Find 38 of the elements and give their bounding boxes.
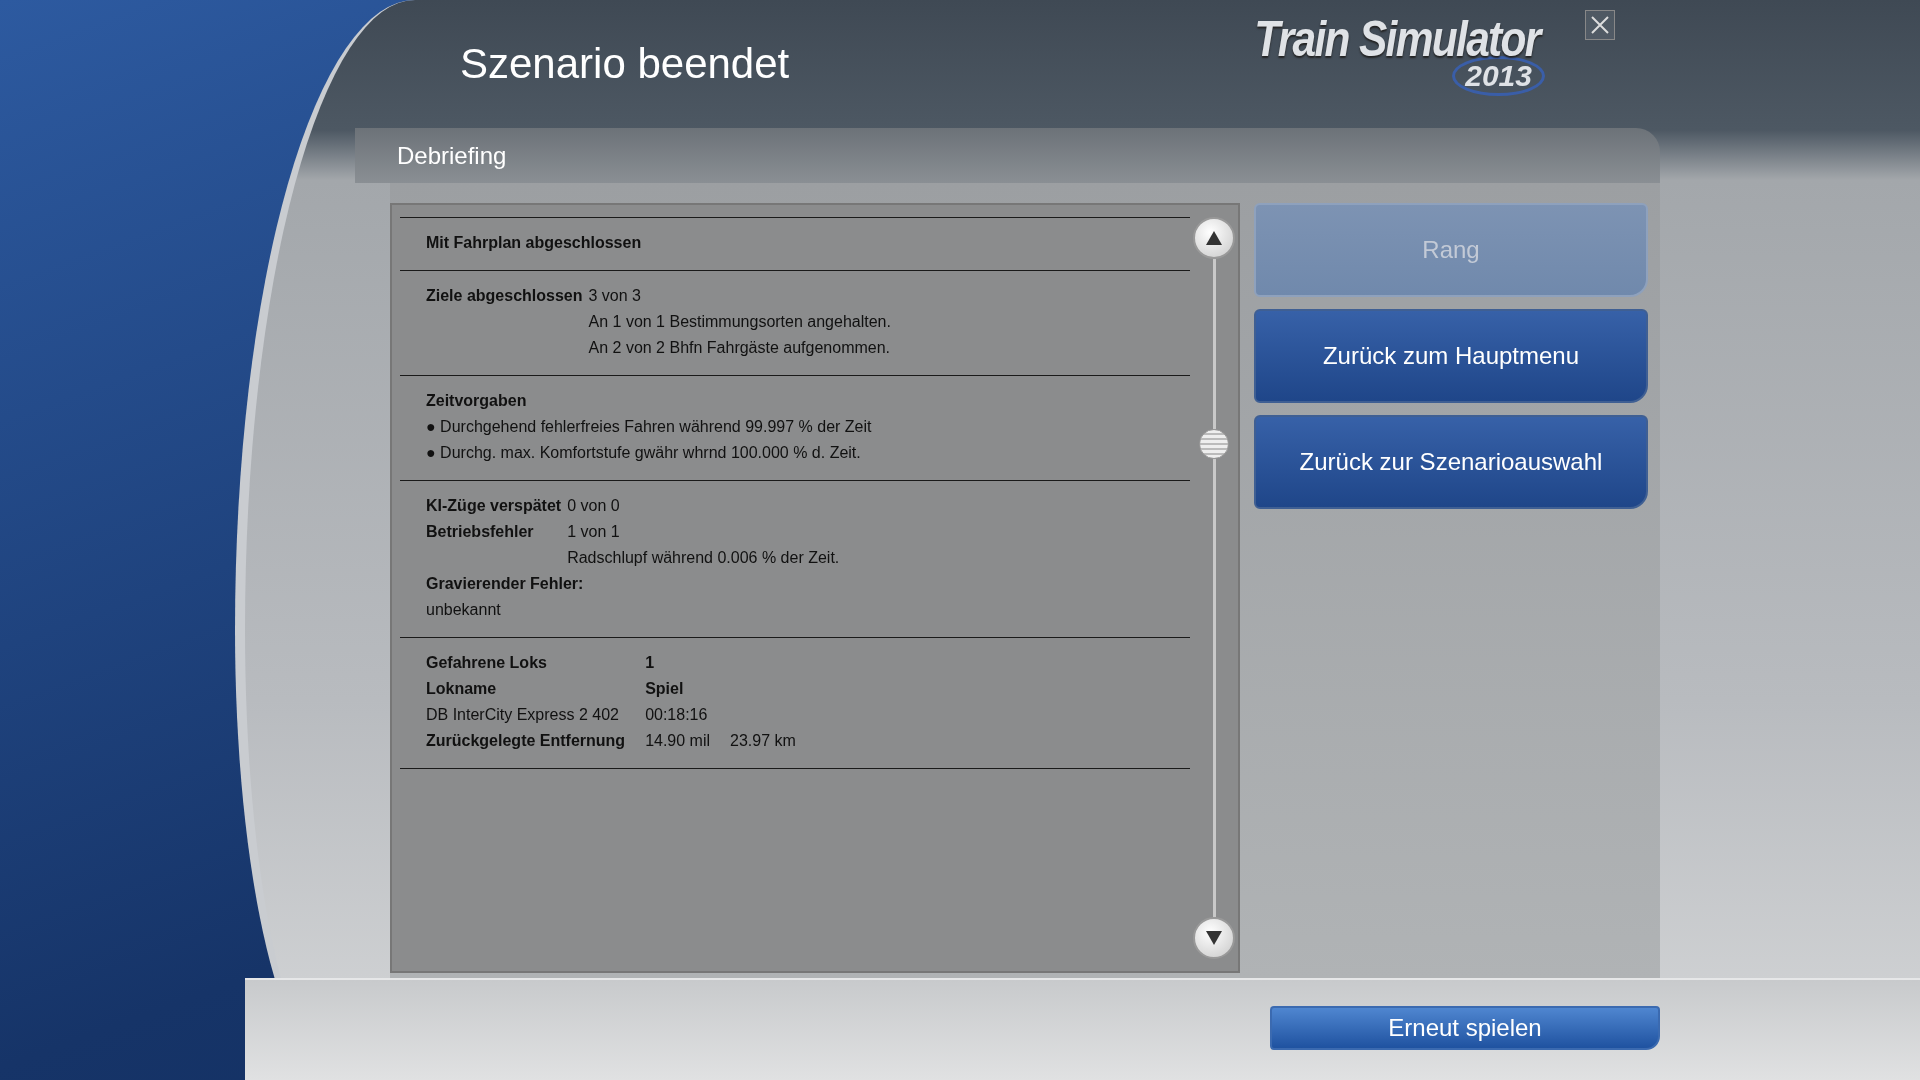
report-text: Spiel [645,680,685,698]
report-text: 00:18:16 [645,706,709,724]
report-text: Radschlupf während 0.006 % der Zeit. [567,549,840,567]
report-text: Lokname [426,680,498,698]
panel-title: Debriefing [397,141,507,170]
report-text: Gefahrene Loks [426,654,548,672]
close-button[interactable] [1585,10,1615,40]
report-text: Gravierender Fehler: [426,575,585,593]
report-text: Zeitvorgaben [426,392,528,410]
scrollbar[interactable] [1192,217,1236,959]
scroll-down-button[interactable] [1193,917,1235,959]
close-icon [1589,14,1611,36]
report-text: 3 von 3 [588,287,642,305]
report-text: An 2 von 2 Bhfn Fahrgäste aufgenommen. [588,339,891,357]
report-text: DB InterCity Express 2 402 [426,706,620,724]
report-text: Betriebsfehler [426,523,535,541]
report-text: 0 von 0 [567,497,621,515]
report-text: ● Durchg. max. Komfortstufe gwähr whrnd 100.000 % d. Zeit. [426,444,862,462]
report-text: 1 [645,654,656,672]
report-text: unbekannt [426,601,502,619]
scroll-thumb[interactable] [1199,429,1229,459]
report-text: KI-Züge verspätet [426,497,562,515]
scroll-up-button[interactable] [1193,217,1235,259]
replay-button[interactable]: Erneut spielen [1270,1006,1660,1050]
report-text: Zurückgelegte Entfernung [426,732,626,750]
up-triangle-icon [1205,230,1223,246]
report-text: Ziele abgeschlossen [426,287,583,305]
down-triangle-icon [1205,930,1223,946]
window-title: Szenario beendet [460,40,791,88]
report-text: Mit Fahrplan abgeschlossen [426,234,642,252]
report-text: 23.97 km [730,732,797,750]
report-text: 14.90 mil [645,732,711,750]
menu-button[interactable]: Zurück zur Szenarioauswahl [1254,415,1648,509]
menu-button[interactable]: Zurück zum Hauptmenu [1254,309,1648,403]
report-text: ● Durchgehend fehlerfreies Fahren während 99.997 % der Zeit [426,418,873,436]
logo: Train Simulator 2013 [1229,10,1565,96]
report-text: An 1 von 1 Bestimmungsorten angehalten. [588,313,891,331]
report-text: 1 von 1 [567,523,621,541]
